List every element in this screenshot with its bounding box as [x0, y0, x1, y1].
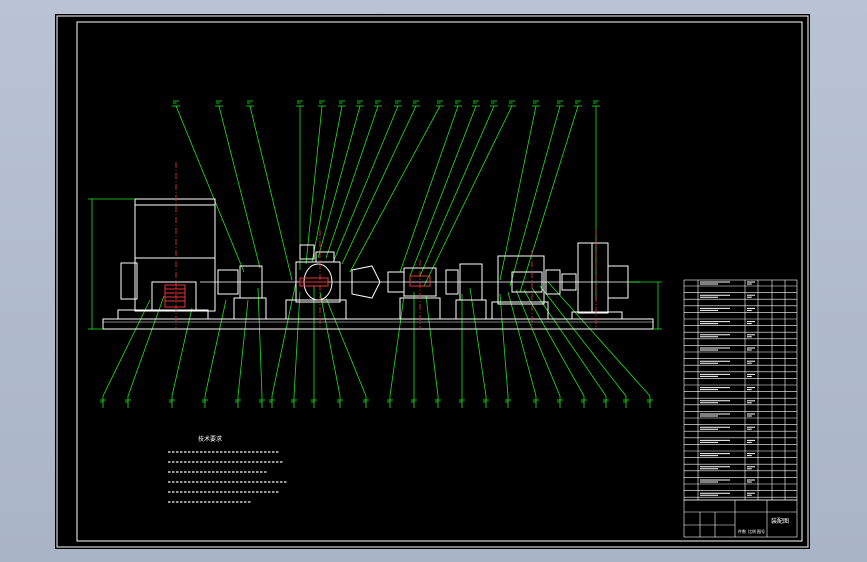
title-block-scale: 比例	[748, 528, 756, 534]
title-block-count: 件数	[738, 528, 746, 534]
title-block-drawing-no: 图号	[757, 528, 765, 534]
cad-drawing-sheet: 技术要求 装配图 件数 比例 图号	[55, 14, 810, 549]
technical-requirements-heading: 技术要求	[198, 435, 222, 443]
title-block-label: 装配图	[771, 517, 789, 525]
drawing-canvas: 技术要求 装配图 件数 比例 图号	[0, 0, 867, 562]
